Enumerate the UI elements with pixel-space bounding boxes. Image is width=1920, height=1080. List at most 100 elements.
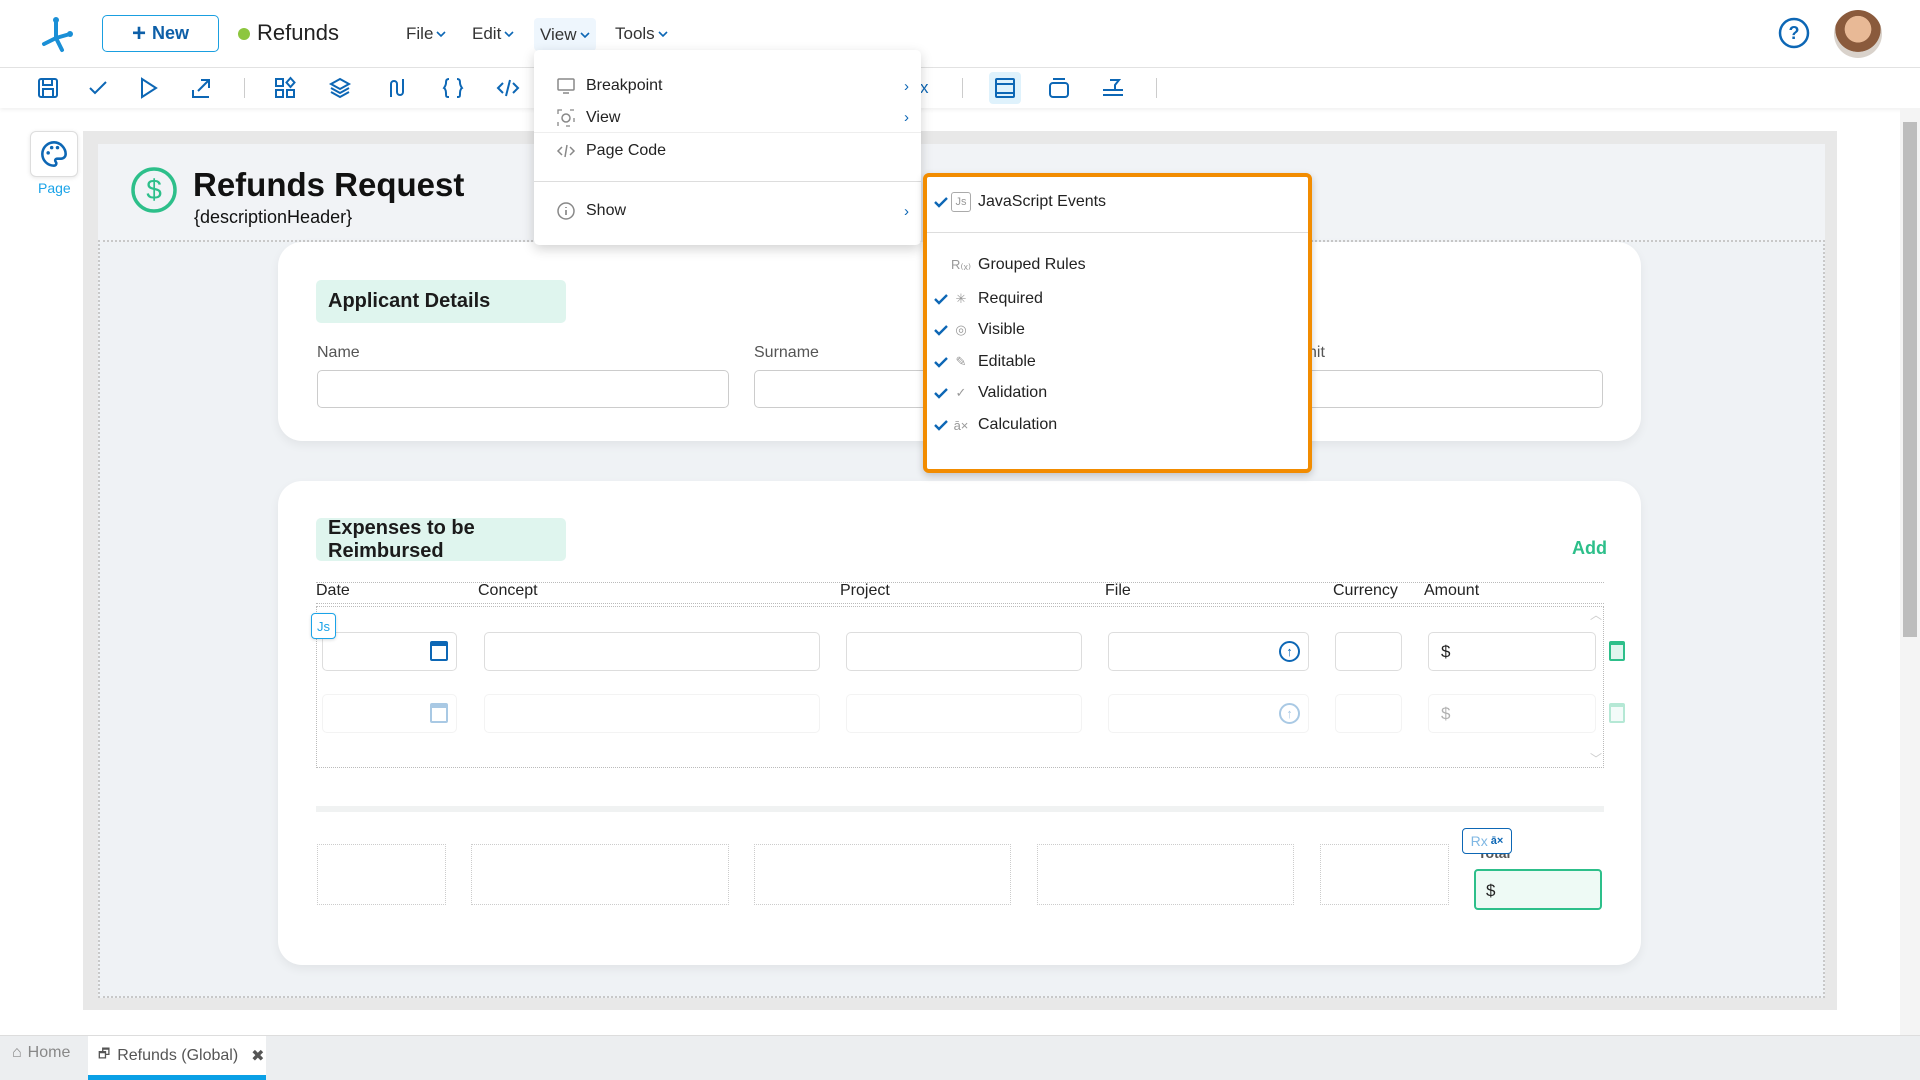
project-input[interactable] bbox=[846, 694, 1082, 733]
menu-item-show[interactable]: Show › bbox=[534, 196, 921, 226]
upload-icon[interactable]: ↑ bbox=[1279, 641, 1300, 662]
layers-icon[interactable] bbox=[327, 76, 353, 100]
calendar-icon[interactable] bbox=[430, 641, 448, 661]
name-field[interactable] bbox=[317, 370, 729, 408]
submenu-item-label: JavaScript Events bbox=[978, 193, 1107, 210]
page-properties-button[interactable] bbox=[30, 131, 78, 177]
concept-input[interactable] bbox=[484, 632, 820, 671]
close-tab-icon[interactable]: ✖ bbox=[251, 1046, 264, 1066]
file-input[interactable]: ↑ bbox=[1108, 632, 1309, 671]
submenu-item-label: Required bbox=[978, 290, 1043, 307]
eye-icon: ◎ bbox=[955, 322, 967, 337]
amount-input[interactable]: $ bbox=[1428, 694, 1596, 733]
dollar-circle-icon: $ bbox=[131, 167, 177, 213]
tab-home[interactable]: ⌂ Home bbox=[12, 1044, 70, 1062]
menu-file[interactable]: File bbox=[402, 22, 450, 46]
column-header-amount: Amount bbox=[1424, 582, 1480, 599]
currency-input[interactable] bbox=[1335, 694, 1402, 733]
amount-input[interactable]: $ bbox=[1428, 632, 1596, 671]
submenu-item-grouped-rules[interactable]: R₍ₓ₎ Grouped Rules bbox=[927, 251, 1308, 279]
components-icon[interactable] bbox=[272, 76, 298, 100]
save-icon[interactable] bbox=[35, 76, 61, 100]
code-icon[interactable] bbox=[495, 76, 521, 100]
menu-item-label: Page Code bbox=[586, 142, 667, 159]
tab-refunds-global[interactable]: 🗗 Refunds (Global) ✖ bbox=[88, 1036, 266, 1080]
page-subtitle: {descriptionHeader} bbox=[194, 207, 353, 227]
menu-item-page-code[interactable]: Page Code bbox=[534, 136, 921, 166]
toolbar-partial-label: x bbox=[920, 78, 929, 97]
toolbar-separator bbox=[244, 78, 245, 98]
new-button[interactable]: + New bbox=[102, 15, 219, 52]
play-icon[interactable] bbox=[135, 76, 161, 100]
concept-input[interactable] bbox=[484, 694, 820, 733]
menu-separator bbox=[534, 181, 921, 182]
pencil-icon: ✎ bbox=[955, 354, 967, 369]
submenu-item-editable[interactable]: ✎ Editable bbox=[927, 348, 1308, 376]
menu-item-view[interactable]: View › bbox=[534, 103, 921, 133]
menu-item-breakpoint[interactable]: Breakpoint › bbox=[534, 71, 921, 101]
date-input[interactable] bbox=[322, 632, 457, 671]
table-body bbox=[316, 606, 1604, 768]
menu-item-label: Show bbox=[586, 202, 627, 219]
submenu-item-visible[interactable]: ◎ Visible bbox=[927, 316, 1308, 344]
js-events-badge[interactable]: Js bbox=[311, 613, 336, 639]
calendar-icon[interactable] bbox=[430, 703, 448, 723]
scrollbar-thumb[interactable] bbox=[1903, 122, 1917, 637]
upload-icon[interactable]: ↑ bbox=[1279, 703, 1300, 724]
submenu-item-javascript-events[interactable]: Js JavaScript Events bbox=[927, 188, 1308, 216]
help-icon[interactable]: ? bbox=[1778, 17, 1810, 49]
section-title-expenses: Expenses to be Reimbursed bbox=[316, 517, 566, 562]
add-row-link[interactable]: Add bbox=[1572, 538, 1607, 559]
section-title-applicant: Applicant Details bbox=[316, 280, 566, 323]
menu-label: Tools bbox=[615, 24, 655, 43]
toolbar-separator bbox=[1156, 78, 1157, 98]
check-icon[interactable] bbox=[85, 76, 111, 100]
js-icon: Js bbox=[951, 192, 971, 212]
scroll-up-icon[interactable]: ︿ bbox=[1590, 606, 1602, 623]
totals-cell bbox=[471, 844, 729, 905]
flow-icon[interactable] bbox=[383, 76, 409, 100]
view-menu-dropdown: Breakpoint › View › Page Code Show › bbox=[534, 50, 921, 245]
name-label: Name bbox=[317, 344, 360, 361]
chevron-down-icon bbox=[504, 31, 514, 38]
delete-row-icon[interactable] bbox=[1609, 641, 1625, 661]
column-header-concept: Concept bbox=[478, 582, 538, 599]
container-icon[interactable] bbox=[1046, 76, 1072, 100]
column-header-file: File bbox=[1105, 582, 1131, 599]
calculation-icon: ā× bbox=[953, 417, 969, 433]
filter-icon[interactable] bbox=[1100, 76, 1126, 100]
submenu-item-validation[interactable]: ✓ Validation bbox=[927, 379, 1308, 407]
chevron-down-icon bbox=[436, 31, 446, 38]
layout-icon[interactable] bbox=[989, 72, 1021, 104]
menu-edit[interactable]: Edit bbox=[468, 22, 518, 46]
submenu-item-required[interactable]: ✳ Required bbox=[927, 285, 1308, 313]
submenu-item-calculation[interactable]: ā× Calculation bbox=[927, 411, 1308, 439]
total-field[interactable]: $ bbox=[1474, 869, 1602, 910]
file-input[interactable]: ↑ bbox=[1108, 694, 1309, 733]
menu-view[interactable]: View bbox=[534, 18, 596, 51]
totals-cell bbox=[317, 844, 446, 905]
submenu-item-label: Validation bbox=[978, 384, 1048, 401]
scroll-down-icon[interactable]: ﹀ bbox=[1590, 750, 1602, 767]
project-input[interactable] bbox=[846, 632, 1082, 671]
page-title: Refunds Request bbox=[193, 166, 465, 203]
braces-icon[interactable] bbox=[440, 76, 466, 100]
currency-input[interactable] bbox=[1335, 632, 1402, 671]
menu-item-label: Breakpoint bbox=[586, 77, 663, 94]
delete-row-icon[interactable] bbox=[1609, 703, 1625, 723]
calculation-badge[interactable]: Rx ā× bbox=[1462, 828, 1512, 854]
rx-label: Rx bbox=[1470, 833, 1488, 849]
monitor-icon bbox=[557, 78, 575, 94]
export-icon[interactable] bbox=[188, 76, 214, 100]
date-input[interactable] bbox=[322, 694, 457, 733]
plus-icon: + bbox=[131, 19, 146, 47]
svg-text:$: $ bbox=[146, 174, 162, 205]
column-header-currency: Currency bbox=[1333, 582, 1398, 599]
app-logo-icon[interactable] bbox=[36, 14, 76, 54]
user-avatar[interactable] bbox=[1834, 10, 1882, 58]
asterisk-icon: ✳ bbox=[955, 291, 967, 306]
menu-tools[interactable]: Tools bbox=[611, 22, 672, 46]
menu-item-label: View bbox=[586, 108, 621, 126]
menu-label: Edit bbox=[472, 24, 502, 43]
document-title: Refunds bbox=[257, 20, 339, 45]
